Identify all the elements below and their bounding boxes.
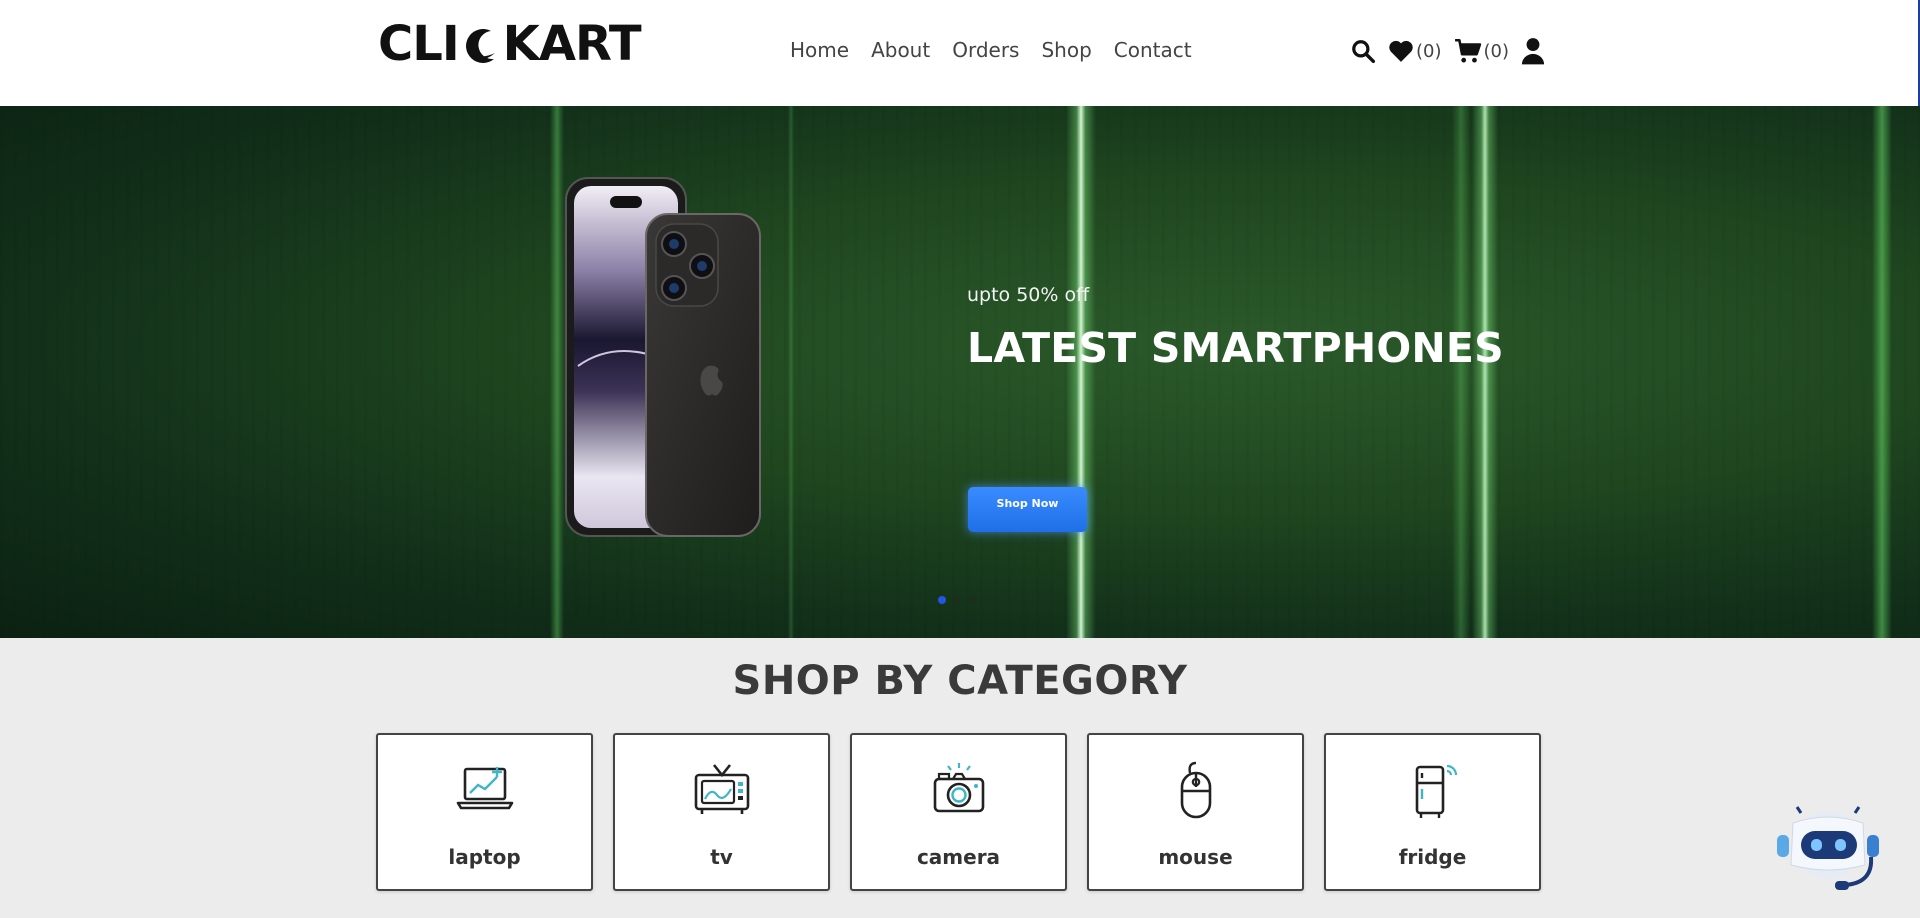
hero-carousel: upto 50% off LATEST SMARTPHONES Shop Now <box>0 106 1920 638</box>
camera-icon <box>933 763 984 813</box>
account-button[interactable] <box>1521 37 1545 65</box>
heart-icon <box>1389 40 1413 62</box>
carousel-dot-3[interactable] <box>968 596 976 604</box>
shop-now-button[interactable]: Shop Now <box>968 487 1087 532</box>
light-beam <box>1452 106 1470 638</box>
category-card-mouse[interactable]: mouse <box>1087 733 1304 891</box>
light-beam <box>1472 106 1498 638</box>
category-label: laptop <box>448 845 521 869</box>
category-label: tv <box>710 845 733 869</box>
category-card-fridge[interactable]: fridge <box>1324 733 1541 891</box>
site-header: CLI KART Home About Orders Shop Contact … <box>0 0 1920 200</box>
category-label: camera <box>916 845 1001 869</box>
wishlist-count: (0) <box>1416 40 1442 62</box>
category-card-camera[interactable]: camera <box>850 733 1067 891</box>
cart-count: (0) <box>1483 40 1510 62</box>
category-card-laptop[interactable]: laptop <box>376 733 593 891</box>
category-label: mouse <box>1158 845 1233 869</box>
wishlist-button[interactable]: (0) <box>1388 39 1442 63</box>
brand-logo[interactable]: CLI KART <box>378 16 642 72</box>
brand-name-left: CLI <box>378 16 460 72</box>
carousel-dot-2[interactable] <box>953 596 961 604</box>
robot-icon <box>1777 806 1879 890</box>
hero-text: upto 50% off LATEST SMARTPHONES <box>967 284 1504 372</box>
hero-texture <box>0 106 1920 638</box>
nav-orders[interactable]: Orders <box>952 38 1019 62</box>
hero-title: LATEST SMARTPHONES <box>967 324 1504 372</box>
category-section-title: SHOP BY CATEGORY <box>732 658 1188 704</box>
fridge-icon <box>1415 764 1457 818</box>
moon-c-logo-icon <box>461 25 501 69</box>
light-beam <box>1066 106 1096 638</box>
category-label: fridge <box>1398 845 1467 869</box>
tv-icon <box>694 764 749 814</box>
nav-about[interactable]: About <box>871 38 930 62</box>
brand-name-right: KART <box>502 16 642 72</box>
carousel-indicators <box>938 596 976 604</box>
carousel-dot-1[interactable] <box>938 596 946 604</box>
smartphone-image <box>565 177 761 537</box>
nav-shop[interactable]: Shop <box>1041 38 1091 62</box>
category-card-tv[interactable]: tv <box>613 733 830 891</box>
laptop-icon <box>456 767 513 810</box>
mouse-icon <box>1180 761 1211 819</box>
header-actions: (0) (0) <box>1350 34 1545 68</box>
cart-icon <box>1454 38 1481 63</box>
search-icon <box>1352 40 1376 64</box>
hero-promo: upto 50% off <box>967 284 1090 306</box>
chatbot-button[interactable] <box>1775 805 1885 900</box>
nav-home[interactable]: Home <box>790 38 849 62</box>
user-icon <box>1521 38 1545 65</box>
light-beam <box>1872 106 1892 638</box>
nav-contact[interactable]: Contact <box>1114 38 1192 62</box>
search-button[interactable] <box>1350 38 1376 64</box>
light-beam <box>788 106 794 638</box>
category-list: laptop tv camera mouse fridge <box>376 733 1541 891</box>
main-nav: Home About Orders Shop Contact <box>790 38 1192 62</box>
cart-button[interactable]: (0) <box>1454 38 1510 64</box>
